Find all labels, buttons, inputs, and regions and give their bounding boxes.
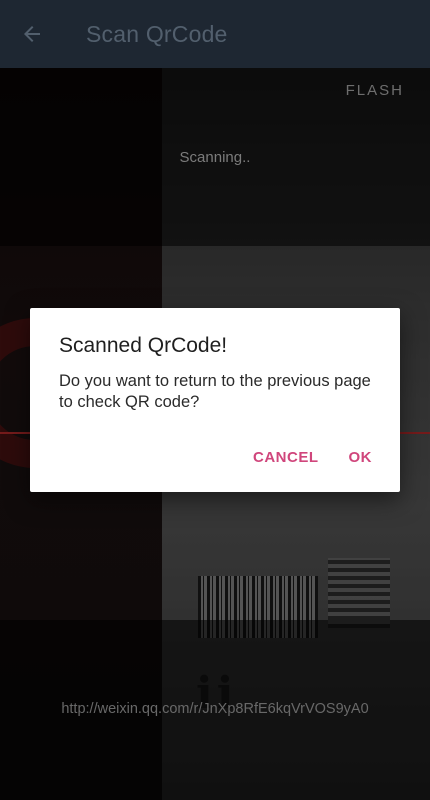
dialog-message: Do you want to return to the previous pa…	[59, 372, 371, 411]
dialog-title: Scanned QrCode!	[59, 334, 228, 357]
cancel-button[interactable]: CANCEL	[241, 443, 331, 472]
confirm-dialog: Scanned QrCode! Do you want to return to…	[30, 308, 400, 492]
ok-button[interactable]: OK	[337, 443, 385, 472]
dialog-actions: CANCEL OK	[241, 443, 384, 472]
